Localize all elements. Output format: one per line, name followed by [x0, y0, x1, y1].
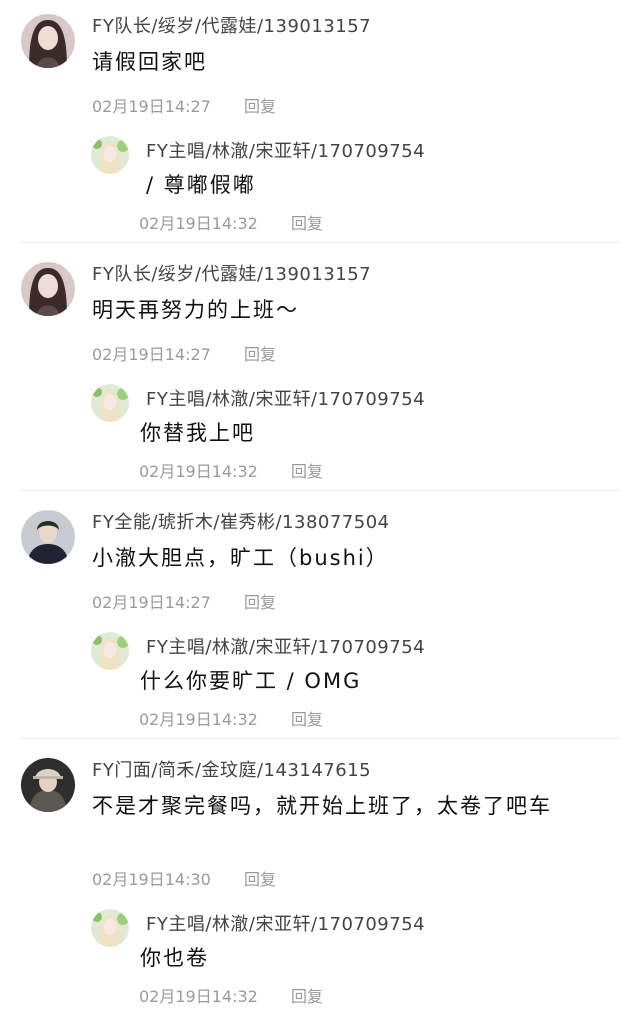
reply-button[interactable]: 回复: [291, 987, 323, 1006]
avatar-girl-blonde-flowers-icon: [91, 136, 129, 174]
divider: [20, 738, 620, 739]
reply-button[interactable]: 回复: [244, 97, 276, 116]
comment-text: 不是才聚完餐吗，就开始上班了，太卷了吧车: [92, 794, 552, 818]
avatar-girl-blonde-flowers-icon: [91, 384, 129, 422]
avatar-girl-blonde-flowers-icon: [91, 909, 129, 947]
reply-time: 02月19日14:32: [139, 987, 258, 1006]
comment-author[interactable]: FY全能/琥折木/崔秀彬/138077504: [92, 508, 390, 534]
divider: [20, 242, 620, 243]
avatar-girl-blonde-flowers-icon: [91, 632, 129, 670]
comment-text: 小澈大胆点，旷工（bushi）: [92, 546, 389, 570]
reply-text: / 尊嘟假嘟: [146, 173, 256, 197]
reply-button[interactable]: 回复: [244, 593, 276, 612]
avatar-girl-dark-hair-icon: [21, 262, 75, 316]
avatar[interactable]: [21, 510, 75, 564]
avatar[interactable]: [91, 632, 129, 670]
reply-author[interactable]: FY主唱/林澈/宋亚轩/170709754: [146, 137, 425, 163]
avatar-girl-cap-icon: [21, 758, 75, 812]
comment-author[interactable]: FY队长/绥岁/代露娃/139013157: [92, 12, 371, 38]
reply-text: 你也卷: [140, 946, 209, 970]
reply-text: 什么你要旷工 / OMG: [140, 669, 362, 693]
reply-meta: 02月19日14:32 回复: [139, 706, 323, 730]
reply-time: 02月19日14:32: [139, 462, 258, 481]
reply-time: 02月19日14:32: [139, 214, 258, 233]
reply-button[interactable]: 回复: [244, 870, 276, 889]
avatar[interactable]: [21, 758, 75, 812]
comment-time: 02月19日14:30: [92, 870, 211, 889]
reply-button[interactable]: 回复: [291, 462, 323, 481]
comment-meta: 02月19日14:27 回复: [92, 341, 276, 365]
comment-meta: 02月19日14:27 回复: [92, 589, 276, 613]
avatar-boy-dark-jacket-icon: [21, 510, 75, 564]
comment-time: 02月19日14:27: [92, 593, 211, 612]
comment-meta: 02月19日14:27 回复: [92, 93, 276, 117]
comment-time: 02月19日14:27: [92, 97, 211, 116]
avatar[interactable]: [91, 384, 129, 422]
avatar[interactable]: [91, 136, 129, 174]
comment-text: 明天再努力的上班～: [92, 298, 299, 322]
reply-author[interactable]: FY主唱/林澈/宋亚轩/170709754: [146, 385, 425, 411]
reply-button[interactable]: 回复: [291, 214, 323, 233]
reply-meta: 02月19日14:32 回复: [139, 983, 323, 1007]
avatar[interactable]: [21, 262, 75, 316]
avatar[interactable]: [91, 909, 129, 947]
comment-text: 请假回家吧: [92, 50, 207, 74]
reply-author[interactable]: FY主唱/林澈/宋亚轩/170709754: [146, 633, 425, 659]
reply-author[interactable]: FY主唱/林澈/宋亚轩/170709754: [146, 910, 425, 936]
reply-meta: 02月19日14:32 回复: [139, 210, 323, 234]
reply-text: 你替我上吧: [140, 421, 255, 445]
reply-button[interactable]: 回复: [291, 710, 323, 729]
comment-author[interactable]: FY队长/绥岁/代露娃/139013157: [92, 260, 371, 286]
comment-time: 02月19日14:27: [92, 345, 211, 364]
comment-author[interactable]: FY门面/简禾/金玟庭/143147615: [92, 756, 371, 782]
divider: [20, 490, 620, 491]
reply-time: 02月19日14:32: [139, 710, 258, 729]
reply-button[interactable]: 回复: [244, 345, 276, 364]
comment-meta: 02月19日14:30 回复: [92, 866, 276, 890]
avatar-girl-dark-hair-icon: [21, 14, 75, 68]
avatar[interactable]: [21, 14, 75, 68]
reply-meta: 02月19日14:32 回复: [139, 458, 323, 482]
